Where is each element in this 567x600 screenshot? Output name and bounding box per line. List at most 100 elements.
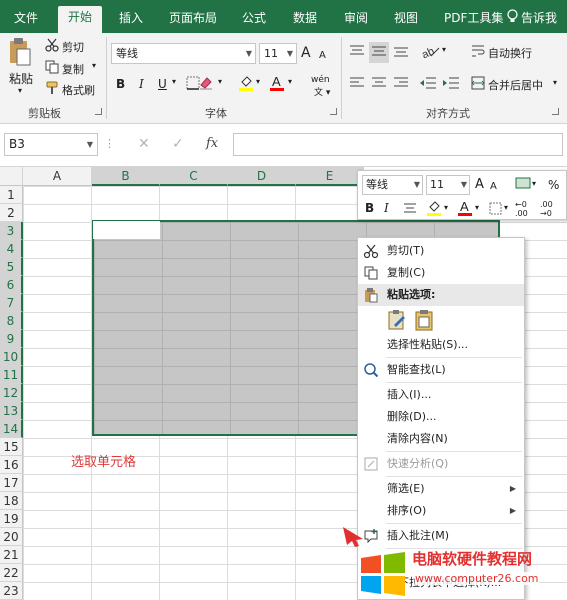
menu-item-delete[interactable]: 删除(D)... — [358, 406, 524, 428]
row-header[interactable]: 11 — [0, 366, 23, 384]
column-header-a[interactable]: A — [23, 167, 92, 186]
align-left-icon[interactable] — [349, 76, 365, 93]
paste-default-icon[interactable] — [386, 309, 408, 334]
tab-view[interactable]: 视图 — [384, 9, 428, 33]
mini-italic-button[interactable]: I — [384, 200, 389, 216]
paste-button[interactable]: 粘贴 — [9, 70, 33, 87]
mini-grow-font-icon[interactable]: A — [475, 177, 484, 193]
row-header[interactable]: 22 — [0, 564, 23, 582]
row-header[interactable]: 16 — [0, 456, 23, 474]
mini-font-color-dropdown-icon[interactable]: ▾ — [475, 203, 479, 212]
row-header[interactable]: 8 — [0, 312, 23, 330]
fill-color-dropdown-icon[interactable]: ▾ — [256, 77, 260, 86]
tab-insert[interactable]: 插入 — [109, 9, 153, 33]
row-header[interactable]: 21 — [0, 546, 23, 564]
more-options-icon[interactable]: ⋮ — [104, 137, 115, 150]
mini-border-dropdown-icon[interactable]: ▾ — [504, 203, 508, 212]
align-center-icon[interactable] — [371, 76, 387, 93]
column-header-d[interactable]: D — [228, 167, 296, 186]
cancel-icon[interactable]: ✕ — [138, 136, 150, 152]
tab-home[interactable]: 开始 — [58, 6, 103, 33]
name-box[interactable]: B3 ▼ — [4, 133, 98, 156]
decrease-decimal-icon[interactable]: .00 →0 — [540, 200, 553, 218]
mini-font-select[interactable]: 等线 ▼ — [362, 175, 423, 195]
merge-center-button[interactable]: 合并后居中 — [488, 77, 543, 93]
row-header[interactable]: 20 — [0, 528, 23, 546]
align-right-icon[interactable] — [393, 76, 409, 93]
decrease-indent-icon[interactable] — [419, 76, 437, 93]
row-header[interactable]: 2 — [0, 204, 23, 222]
align-middle-icon[interactable] — [369, 42, 389, 63]
row-header[interactable]: 18 — [0, 492, 23, 510]
mini-font-color-icon[interactable]: A — [457, 199, 473, 220]
tab-pdf-tools[interactable]: PDF工具集 — [434, 9, 513, 33]
tab-formulas[interactable]: 公式 — [232, 9, 276, 33]
fill-color-icon[interactable] — [238, 75, 254, 94]
paste-icon[interactable] — [8, 37, 32, 70]
row-header[interactable]: 6 — [0, 276, 23, 294]
mini-fill-dropdown-icon[interactable]: ▾ — [444, 203, 448, 212]
row-header[interactable]: 7 — [0, 294, 23, 312]
row-header[interactable]: 10 — [0, 348, 23, 366]
merge-center-icon[interactable] — [471, 76, 485, 93]
row-header[interactable]: 23 — [0, 582, 23, 600]
wrap-text-button[interactable]: 自动换行 — [488, 45, 532, 61]
format-painter-button[interactable]: 格式刷 — [62, 82, 95, 98]
menu-item-paste-special[interactable]: 选择性粘贴(S)... — [358, 334, 524, 356]
column-header-c[interactable]: C — [160, 167, 228, 186]
merge-dropdown-icon[interactable]: ▾ — [553, 78, 557, 87]
alignment-launcher-icon[interactable] — [552, 108, 559, 115]
row-header[interactable]: 1 — [0, 186, 23, 204]
mini-number-format-icon[interactable] — [515, 177, 531, 194]
increase-indent-icon[interactable] — [442, 76, 460, 93]
eraser-icon[interactable] — [198, 75, 214, 94]
format-painter-icon[interactable] — [45, 81, 59, 98]
mini-align-center-icon[interactable] — [403, 202, 417, 217]
tell-me-search[interactable]: 告诉我 — [521, 9, 557, 26]
phonetic-dropdown-icon[interactable]: 文 ▾ — [314, 85, 330, 98]
phonetic-button[interactable]: wén — [311, 75, 330, 85]
align-top-icon[interactable] — [349, 44, 365, 61]
paste-values-icon[interactable] — [414, 309, 434, 334]
copy-button[interactable]: 复制 — [62, 61, 84, 77]
row-header[interactable]: 4 — [0, 240, 23, 258]
paste-dropdown-icon[interactable]: ▾ — [18, 86, 22, 95]
row-header[interactable]: 3 — [0, 222, 23, 240]
cut-button[interactable]: 剪切 — [62, 39, 84, 55]
mini-bold-button[interactable]: B — [365, 200, 374, 216]
mini-size-select[interactable]: 11 ▼ — [426, 175, 470, 195]
font-color-dropdown-icon[interactable]: ▾ — [288, 77, 292, 86]
mini-border-icon[interactable] — [489, 202, 502, 218]
orientation-dropdown-icon[interactable]: ▾ — [442, 45, 446, 54]
underline-button[interactable]: U — [158, 75, 167, 93]
copy-icon[interactable] — [45, 60, 59, 77]
row-header[interactable]: 12 — [0, 384, 23, 402]
select-all-corner[interactable] — [0, 167, 23, 186]
bold-button[interactable]: B — [116, 75, 125, 93]
menu-item-sort[interactable]: 排序(O) ▶ — [358, 500, 524, 522]
clear-dropdown-icon[interactable]: ▾ — [218, 77, 222, 86]
menu-item-copy[interactable]: 复制(C) — [358, 262, 524, 284]
row-header[interactable]: 5 — [0, 258, 23, 276]
increase-decimal-icon[interactable]: ←0.00 — [515, 200, 528, 218]
mini-shrink-font-icon[interactable]: A — [490, 179, 497, 195]
font-name-select[interactable]: 等线 ▼ — [111, 43, 256, 64]
menu-item-cut[interactable]: 剪切(T) — [358, 240, 524, 262]
align-bottom-icon[interactable] — [393, 44, 409, 61]
row-header[interactable]: 15 — [0, 438, 23, 456]
scissors-icon[interactable] — [45, 38, 59, 55]
row-header[interactable]: 19 — [0, 510, 23, 528]
column-header-e[interactable]: E — [296, 167, 364, 186]
italic-button[interactable]: I — [139, 75, 144, 93]
tab-file[interactable]: 文件 — [4, 9, 48, 33]
grow-font-button[interactable]: A — [301, 44, 311, 62]
menu-item-quick-analysis[interactable]: 快速分析(Q) — [358, 453, 524, 475]
active-cell-b3[interactable] — [93, 221, 160, 239]
menu-item-clear-contents[interactable]: 清除内容(N) — [358, 428, 524, 450]
insert-function-button[interactable]: fx — [206, 136, 218, 151]
font-size-select[interactable]: 11 ▼ — [259, 43, 297, 64]
menu-item-insert-comment[interactable]: 插入批注(M) — [358, 525, 524, 547]
tab-page-layout[interactable]: 页面布局 — [159, 9, 227, 33]
column-header-b[interactable]: B — [92, 167, 160, 186]
tab-review[interactable]: 审阅 — [334, 9, 378, 33]
